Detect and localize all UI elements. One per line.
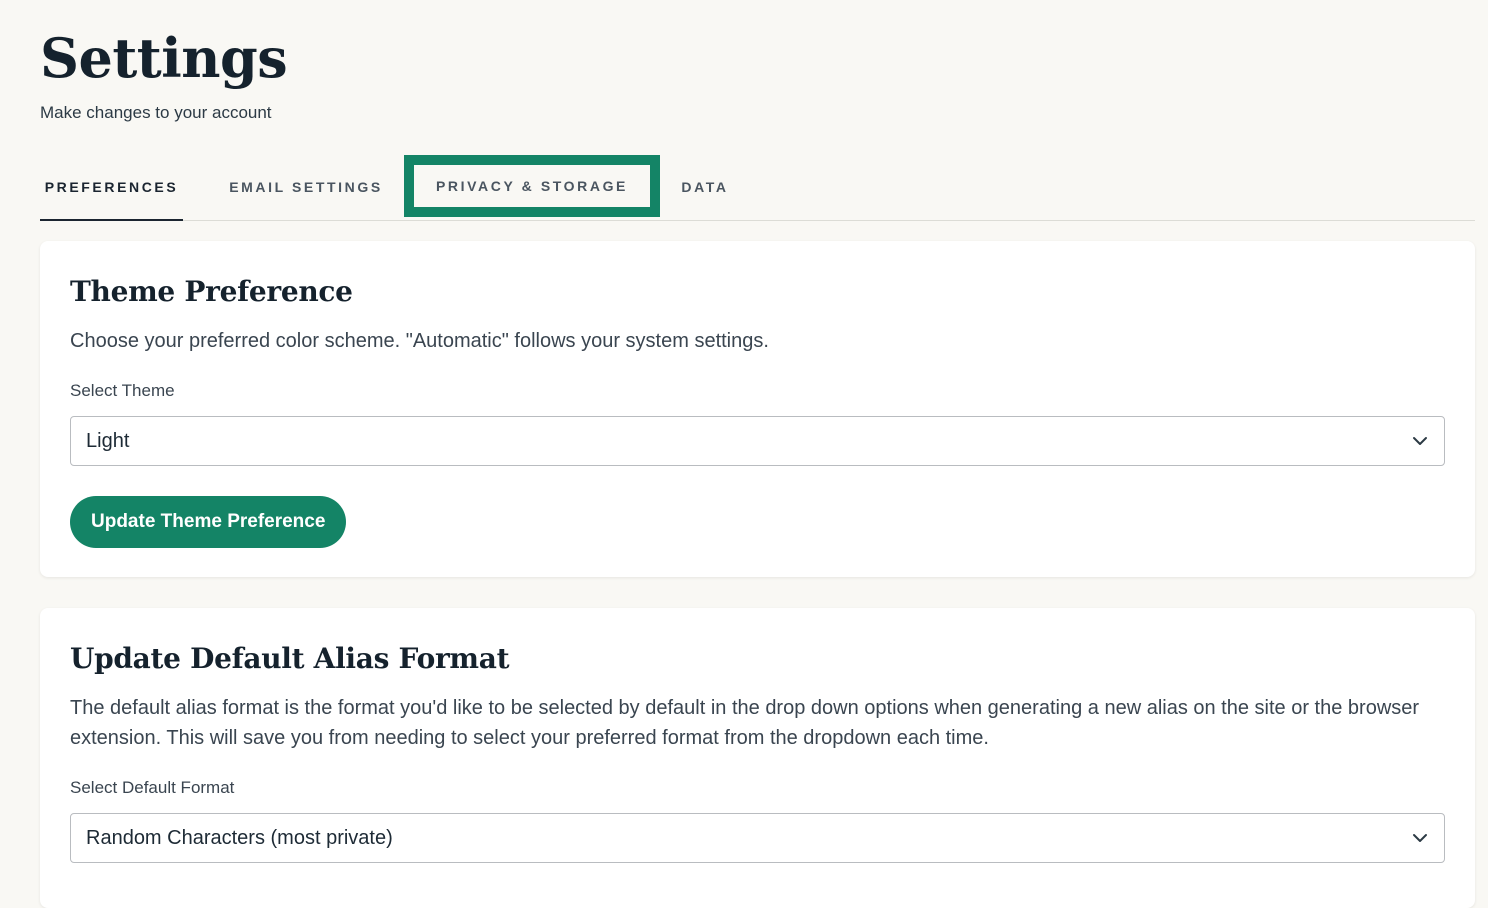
chevron-down-icon [1413, 834, 1427, 842]
theme-card-description: Choose your preferred color scheme. "Aut… [70, 330, 769, 352]
tab-email-settings[interactable]: EMAIL SETTINGS [224, 155, 388, 219]
theme-select-value: Light [86, 430, 130, 452]
tab-label: DATA [681, 179, 729, 195]
alias-format-card: Update Default Alias Format The default … [40, 608, 1475, 908]
theme-preference-card: Theme Preference Choose your preferred c… [40, 241, 1475, 577]
tab-data[interactable]: DATA [676, 155, 734, 219]
select-format-label: Select Default Format [70, 778, 235, 797]
chevron-down-icon [1413, 437, 1427, 445]
theme-select[interactable]: Light [70, 416, 1445, 466]
tab-label: PRIVACY & STORAGE [435, 178, 628, 194]
theme-card-title: Theme Preference [70, 275, 353, 308]
tab-label: EMAIL SETTINGS [229, 179, 383, 195]
alias-format-select-value: Random Characters (most private) [86, 827, 393, 849]
tab-preferences[interactable]: PREFERENCES [40, 155, 183, 221]
update-theme-button[interactable]: Update Theme Preference [70, 496, 347, 548]
alias-card-description: The default alias format is the format y… [70, 697, 1420, 749]
alias-format-select[interactable]: Random Characters (most private) [70, 813, 1445, 863]
page-subtitle: Make changes to your account [40, 103, 272, 122]
tab-label: PREFERENCES [44, 179, 179, 195]
settings-tabs: PREFERENCES EMAIL SETTINGS PRIVACY & STO… [40, 155, 1475, 221]
select-theme-label: Select Theme [70, 381, 175, 400]
page-title: Settings [40, 26, 288, 90]
tab-privacy-storage[interactable]: PRIVACY & STORAGE [404, 155, 660, 217]
alias-card-title: Update Default Alias Format [70, 642, 510, 675]
